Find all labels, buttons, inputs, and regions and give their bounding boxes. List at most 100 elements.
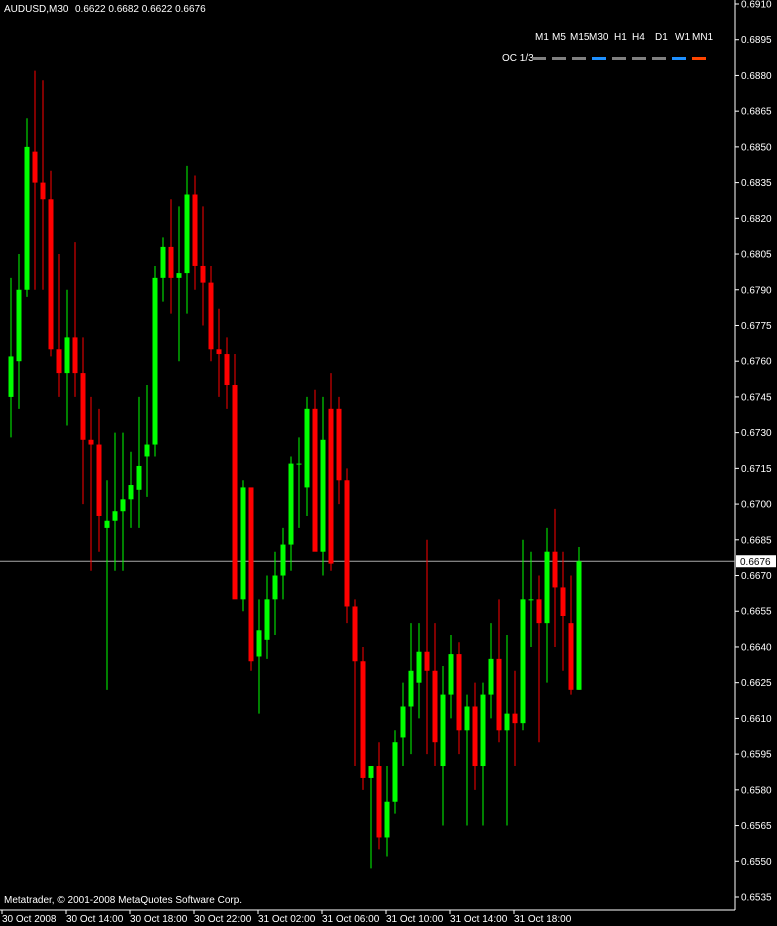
oc-row-label: OC 1/3 [502, 53, 534, 64]
timeframe-label: MN1 [692, 32, 714, 43]
price-tick-label: 0.6580 [741, 785, 772, 796]
price-tick-label: 0.6790 [741, 285, 772, 296]
candle-body [448, 654, 454, 695]
candle-body [312, 408, 318, 552]
candle-body [456, 654, 462, 731]
price-tick-label: 0.6700 [741, 500, 772, 511]
candle-body [328, 408, 334, 564]
timeframe-label: D1 [655, 32, 668, 43]
candle-body [344, 480, 350, 607]
price-tick-label: 0.6805 [741, 250, 772, 261]
symbol-timeframe: AUDUSD,M30 [4, 4, 69, 15]
price-tick-label: 0.6670 [741, 571, 772, 582]
candle-body [352, 606, 358, 662]
candle-body [424, 651, 430, 671]
candle [240, 480, 246, 612]
price-tick-label: 0.6745 [741, 392, 772, 403]
candle-body [144, 444, 150, 457]
candlestick-chart: 0.6676 0.6910 0.6895 0.6880 0.6865 0.6850 0.6… [0, 0, 777, 926]
candle-body [96, 444, 102, 516]
candle [152, 265, 158, 457]
candle [344, 468, 350, 624]
timeframe-label: H4 [632, 32, 645, 43]
timeframe-label: M1 [535, 32, 549, 43]
timeframe-signal [592, 57, 606, 60]
candle-body [408, 670, 414, 707]
timeframe-signal [552, 57, 566, 60]
price-tick-label: 0.6775 [741, 321, 772, 332]
price-tick-label: 0.6685 [741, 535, 772, 546]
candle [576, 546, 582, 690]
price-tick-label: 0.6835 [741, 178, 772, 189]
candle [312, 389, 318, 552]
candle-body [184, 194, 190, 274]
candle-body [472, 706, 478, 767]
candle-body [88, 439, 94, 445]
candle-body [176, 273, 182, 278]
candle-body [216, 349, 222, 355]
candle-body [168, 246, 174, 278]
price-tick-label: 0.6610 [741, 714, 772, 725]
price-tick-label: 0.6910 [741, 0, 772, 11]
candle-body [192, 194, 198, 266]
candle-body [80, 373, 86, 440]
candle-body [296, 463, 302, 465]
candle-body [104, 520, 110, 528]
candle [392, 730, 398, 814]
candle-body [264, 599, 270, 640]
timeframe-signal [632, 57, 646, 60]
candle-body [496, 658, 502, 731]
price-tick-label: 0.6595 [741, 750, 772, 761]
price-tick-label: 0.6550 [741, 857, 772, 868]
candle-body [512, 713, 518, 724]
candle-body [392, 742, 398, 802]
price-tick-label: 0.6640 [741, 642, 772, 653]
candle-body [24, 146, 30, 290]
candle-body [72, 337, 78, 374]
time-tick-label: 31 Oct 02:00 [258, 914, 316, 925]
candle-body [504, 713, 510, 731]
candle-body [288, 463, 294, 545]
copyright-text: Metatrader, © 2001-2008 MetaQuotes Softw… [4, 895, 242, 906]
candle-body [8, 356, 14, 397]
candle-body [48, 199, 54, 350]
candle-body [272, 575, 278, 600]
candle-body [568, 623, 574, 690]
candle-body [16, 289, 22, 362]
timeframe-signal [672, 57, 686, 60]
candle-body [576, 561, 582, 690]
candle-body [128, 485, 134, 500]
time-tick-label: 30 Oct 2008 [2, 914, 57, 925]
time-tick-label: 31 Oct 10:00 [386, 914, 444, 925]
candle-body [304, 408, 310, 488]
candle-body [536, 599, 542, 624]
timeframe-signal [532, 57, 546, 60]
candle-body [400, 706, 406, 738]
candle-body [40, 182, 46, 200]
candle-body [224, 354, 230, 386]
time-tick-label: 31 Oct 14:00 [450, 914, 508, 925]
time-tick-label: 31 Oct 18:00 [514, 914, 572, 925]
candle-body [160, 246, 166, 278]
candle-body [432, 670, 438, 743]
candle-body [256, 630, 262, 657]
candle-body [528, 599, 534, 601]
timeframe-signal [692, 57, 706, 60]
candle-body [488, 658, 494, 695]
price-tick-label: 0.6850 [741, 142, 772, 153]
candle-body [416, 651, 422, 683]
candle-body [376, 766, 382, 838]
timeframe-signal [652, 57, 666, 60]
candle-body [136, 465, 142, 490]
ohlc-values: 0.6622 0.6682 0.6622 0.6676 [75, 4, 206, 15]
candle-body [200, 265, 206, 283]
timeframe-signal [612, 57, 626, 60]
candle-body [208, 282, 214, 350]
timeframe-label: M15 [570, 32, 590, 43]
candle-body [336, 408, 342, 481]
timeframe-signal [572, 57, 586, 60]
candle-body [320, 439, 326, 552]
price-tick-label: 0.6565 [741, 821, 772, 832]
candle-body [120, 499, 126, 512]
time-tick-label: 30 Oct 14:00 [66, 914, 124, 925]
